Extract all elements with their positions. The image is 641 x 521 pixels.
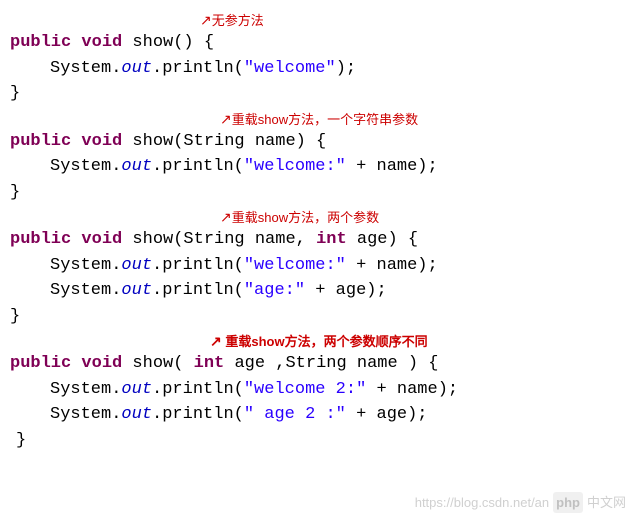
watermark-logo: php — [553, 492, 583, 514]
annotation-one-string: ↗重载show方法，一个字符串参数 — [10, 109, 631, 129]
annotation-text: 重载show方法，两个参数顺序不同 — [225, 334, 427, 349]
arrow-icon: ↗ — [210, 333, 222, 349]
method-show-string-int: public void show(String name, int age) {… — [10, 227, 631, 329]
watermark-site: 中文网 — [587, 493, 626, 513]
arrow-icon: ↗ — [220, 209, 232, 225]
method-body-line: System.out.println(" age 2 :" + age); — [10, 402, 631, 428]
method-show-noargs: public void show() { System.out.println(… — [10, 30, 631, 107]
method-signature: public void show() { — [10, 30, 631, 56]
annotation-text: 重载show方法，一个字符串参数 — [232, 112, 418, 127]
close-brace: } — [10, 428, 631, 454]
annotation-no-params: ↗无参方法 — [10, 10, 631, 30]
method-body-line: System.out.println("age:" + age); — [10, 278, 631, 304]
annotation-two-params: ↗重载show方法，两个参数 — [10, 207, 631, 227]
method-signature: public void show(String name) { — [10, 129, 631, 155]
method-body-line: System.out.println("welcome 2:" + name); — [10, 377, 631, 403]
method-show-string: public void show(String name) { System.o… — [10, 129, 631, 206]
watermark-url: https://blog.csdn.net/an — [415, 493, 549, 513]
watermark: https://blog.csdn.net/an php 中文网 — [415, 492, 626, 514]
method-signature: public void show(String name, int age) { — [10, 227, 631, 253]
method-signature: public void show( int age ,String name )… — [10, 351, 631, 377]
method-body-line: System.out.println("welcome"); — [10, 56, 631, 82]
annotation-two-params-reorder: ↗ 重载show方法，两个参数顺序不同 — [10, 331, 631, 351]
arrow-icon: ↗ — [220, 111, 232, 127]
method-show-int-string: public void show( int age ,String name )… — [10, 351, 631, 453]
arrow-icon: ↗ — [200, 12, 212, 28]
method-body-line: System.out.println("welcome:" + name); — [10, 154, 631, 180]
annotation-text: 重载show方法，两个参数 — [232, 210, 379, 225]
method-body-line: System.out.println("welcome:" + name); — [10, 253, 631, 279]
close-brace: } — [10, 180, 631, 206]
annotation-text: 无参方法 — [212, 13, 264, 28]
close-brace: } — [10, 81, 631, 107]
close-brace: } — [10, 304, 631, 330]
